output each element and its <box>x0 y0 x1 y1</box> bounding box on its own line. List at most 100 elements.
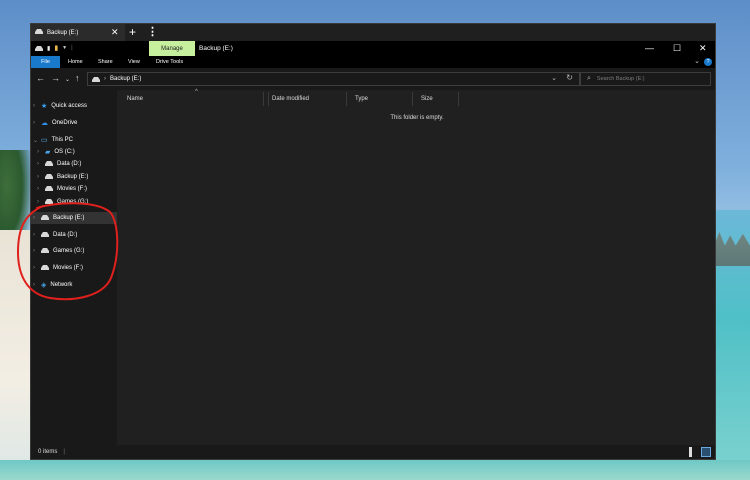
file-list: Name ^ Date modified Type Size This fold… <box>117 89 715 445</box>
large-icons-view-icon[interactable] <box>701 447 711 457</box>
search-placeholder: Search Backup (E:) <box>596 76 645 82</box>
column-header-date[interactable]: Date modified <box>263 92 347 106</box>
address-bar[interactable]: › Backup (E:) ⌄ ↻ <box>87 72 580 86</box>
computer-icon: ▭ <box>41 137 48 144</box>
up-arrow-icon[interactable]: ↑ <box>75 73 80 83</box>
windows-drive-icon: ▰ <box>45 149 51 156</box>
address-path: Backup (E:) <box>110 76 142 82</box>
nav-drive-c[interactable]: › ▰ OS (C:) <box>37 146 117 158</box>
desktop-sand <box>0 230 34 480</box>
column-label: Size <box>421 96 433 102</box>
nav-root-drive-f[interactable]: › Movies (F:) <box>33 262 117 274</box>
chevron-right-icon: › <box>33 232 35 238</box>
manage-tab[interactable]: Manage <box>149 41 195 56</box>
recent-locations-icon[interactable]: ⌄ <box>65 76 70 83</box>
new-tab-icon[interactable]: + <box>129 25 136 39</box>
search-input[interactable]: ⌕ Search Backup (E:) <box>580 72 711 86</box>
nav-root-drive-g[interactable]: › Games (G:) <box>33 245 117 257</box>
details-view-icon[interactable] <box>689 447 692 457</box>
chevron-right-icon: › <box>33 103 35 109</box>
nav-this-pc[interactable]: ⌄ ▭ This PC <box>33 134 117 146</box>
refresh-icon[interactable]: ↻ <box>566 73 573 82</box>
nav-root-drive-e[interactable]: › Backup (E:) <box>31 212 117 224</box>
column-label: Name <box>127 96 144 102</box>
nav-network[interactable]: › ◈ Network <box>33 279 117 291</box>
star-icon: ★ <box>41 103 48 110</box>
chevron-right-icon: › <box>104 76 106 82</box>
chevron-right-icon: › <box>33 120 35 126</box>
search-icon: ⌕ <box>587 75 591 82</box>
back-arrow-icon[interactable]: ← <box>36 73 45 83</box>
status-divider: | <box>63 449 65 455</box>
minimize-icon[interactable]: — <box>645 43 654 53</box>
column-header-name[interactable]: Name ^ <box>119 89 269 106</box>
content-area: › ★ Quick access › ☁ OneDrive ⌄ ▭ This P… <box>31 89 715 445</box>
drive-icon <box>41 231 49 239</box>
address-history-icon[interactable]: ⌄ <box>551 74 557 82</box>
empty-folder-message: This folder is empty. <box>390 115 444 121</box>
nav-drive-f[interactable]: › Movies (F:) <box>37 183 117 195</box>
chevron-right-icon: › <box>33 265 35 271</box>
navigation-bar: ← → ⌄ ↑ › Backup (E:) ⌄ ↻ ⌕ Search Backu… <box>31 68 715 90</box>
nav-label: OneDrive <box>52 120 78 126</box>
expand-ribbon-icon[interactable]: ⌄ <box>694 57 700 65</box>
maximize-icon[interactable]: ☐ <box>673 43 681 54</box>
close-tab-icon[interactable]: ✕ <box>111 27 119 37</box>
drive-icon <box>35 29 43 36</box>
column-header-size[interactable]: Size <box>413 92 459 106</box>
customize-qat-icon[interactable]: ▼ <box>62 45 67 51</box>
chevron-right-icon: › <box>37 149 39 155</box>
ribbon-tab-home[interactable]: Home <box>64 56 87 68</box>
close-window-icon[interactable]: ✕ <box>699 43 707 54</box>
drive-icon <box>45 198 53 206</box>
nav-drive-d[interactable]: › Data (D:) <box>37 158 117 170</box>
nav-label: Data (D:) <box>57 161 82 167</box>
chevron-right-icon: › <box>37 199 39 205</box>
ribbon-tab-drive-tools[interactable]: Drive Tools <box>152 56 187 68</box>
item-count: 0 items <box>38 449 58 455</box>
nav-label: Backup (E:) <box>53 215 85 221</box>
ribbon-tab-share[interactable]: Share <box>94 56 117 68</box>
cloud-icon: ☁ <box>41 120 48 127</box>
nav-quick-access[interactable]: › ★ Quick access <box>33 100 117 112</box>
drive-icon <box>45 173 53 181</box>
chevron-down-icon: ⌄ <box>33 137 39 144</box>
drive-icon <box>92 76 100 82</box>
tab-menu-icon[interactable]: ⋮ <box>147 25 158 38</box>
nav-drive-e[interactable]: › Backup (E:) <box>37 171 117 183</box>
title-bar: ▮ ▮ ▼ | Manage Backup (E:) — ☐ ✕ <box>31 41 715 56</box>
folder-icon[interactable]: ▮ <box>54 44 58 52</box>
nav-label: OS (C:) <box>54 149 75 155</box>
desktop-bottom-sea <box>0 460 750 480</box>
nav-label: Movies (F:) <box>57 186 87 192</box>
nav-label: Movies (F:) <box>53 265 83 271</box>
drive-icon <box>41 264 49 272</box>
nav-label: Network <box>50 282 73 288</box>
nav-label: Games (G:) <box>53 248 85 254</box>
forward-arrow-icon[interactable]: → <box>51 73 60 83</box>
ribbon-tab-file[interactable]: File <box>31 56 60 68</box>
quick-access-toolbar: ▮ ▮ ▼ | <box>35 44 73 52</box>
nav-label: Games (G:) <box>57 199 89 205</box>
help-icon[interactable]: ? <box>704 58 712 66</box>
nav-label: Backup (E:) <box>57 174 89 180</box>
drive-icon <box>45 160 53 168</box>
column-label: Date modified <box>272 96 310 102</box>
nav-label: Quick access <box>51 103 87 109</box>
ribbon-tabs: File Home Share View Drive Tools ⌄ ? <box>31 56 715 68</box>
nav-drive-g[interactable]: › Games (G:) <box>37 196 117 208</box>
nav-label: Data (D:) <box>53 232 78 238</box>
chevron-right-icon: › <box>33 248 35 254</box>
window-title: Backup (E:) <box>199 45 233 52</box>
nav-onedrive[interactable]: › ☁ OneDrive <box>33 117 117 129</box>
tab-strip: Backup (E:) ✕ + ⋮ <box>31 24 715 41</box>
drive-icon <box>35 45 43 51</box>
properties-icon[interactable]: ▮ <box>47 45 50 52</box>
nav-root-drive-d[interactable]: › Data (D:) <box>33 229 117 241</box>
ribbon-tab-view[interactable]: View <box>124 56 144 68</box>
column-header-type[interactable]: Type <box>347 92 413 106</box>
chevron-right-icon: › <box>33 282 35 288</box>
chevron-right-icon: › <box>37 174 39 180</box>
qat-divider: | <box>71 45 73 51</box>
file-explorer-window: Backup (E:) ✕ + ⋮ ▮ ▮ ▼ | Manage Backup … <box>30 23 716 460</box>
